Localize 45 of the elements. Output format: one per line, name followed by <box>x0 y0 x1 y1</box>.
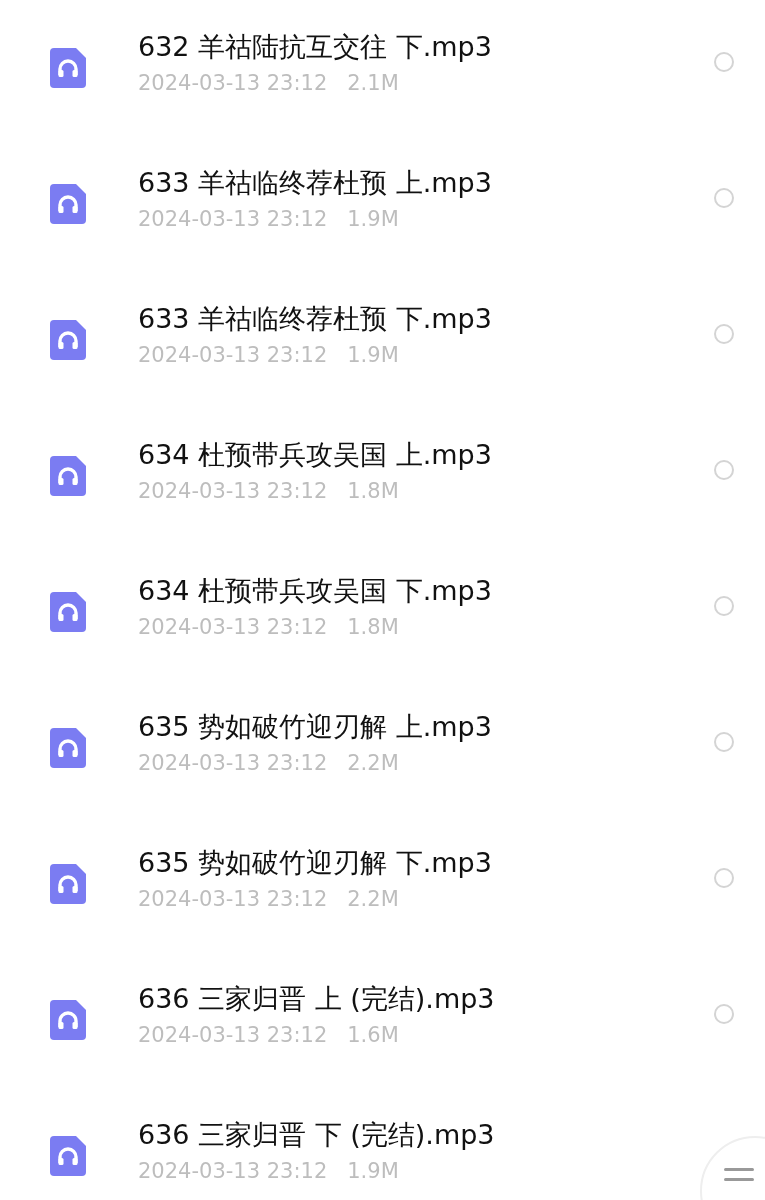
file-date: 2024-03-13 23:12 <box>138 207 328 231</box>
file-date: 2024-03-13 23:12 <box>138 71 328 95</box>
select-radio[interactable] <box>714 188 734 208</box>
audio-file-icon <box>50 1000 86 1040</box>
file-name: 635 势如破竹迎刃解 下.mp3 <box>138 846 493 880</box>
file-name: 636 三家归晋 下 (完结).mp3 <box>138 1118 496 1152</box>
file-name: 632 羊祜陆抗互交往 下.mp3 <box>138 30 493 64</box>
select-radio[interactable] <box>714 732 734 752</box>
file-name: 634 杜预带兵攻吴国 上.mp3 <box>138 438 493 472</box>
audio-file-icon <box>50 320 86 360</box>
select-radio[interactable] <box>714 1004 734 1024</box>
file-size: 1.8M <box>347 615 399 639</box>
audio-file-icon <box>50 728 86 768</box>
audio-file-icon <box>50 456 86 496</box>
file-name: 635 势如破竹迎刃解 上.mp3 <box>138 710 493 744</box>
file-date: 2024-03-13 23:12 <box>138 343 328 367</box>
audio-file-icon <box>50 864 86 904</box>
select-radio[interactable] <box>714 324 734 344</box>
file-date: 2024-03-13 23:12 <box>138 887 328 911</box>
menu-icon <box>724 1168 754 1182</box>
file-size: 1.8M <box>347 479 399 503</box>
audio-file-icon <box>50 592 86 632</box>
audio-file-icon <box>50 1136 86 1176</box>
file-size: 1.6M <box>347 1023 399 1047</box>
file-date: 2024-03-13 23:12 <box>138 1023 328 1047</box>
file-name: 636 三家归晋 上 (完结).mp3 <box>138 982 496 1016</box>
file-name: 633 羊祜临终荐杜预 上.mp3 <box>138 166 493 200</box>
file-size: 1.9M <box>347 343 399 367</box>
file-date: 2024-03-13 23:12 <box>138 479 328 503</box>
file-date: 2024-03-13 23:12 <box>138 615 328 639</box>
file-size: 1.9M <box>347 1159 399 1183</box>
audio-file-icon <box>50 48 86 88</box>
select-radio[interactable] <box>714 460 734 480</box>
file-size: 2.1M <box>347 71 399 95</box>
audio-file-icon <box>50 184 86 224</box>
file-date: 2024-03-13 23:12 <box>138 751 328 775</box>
select-radio[interactable] <box>714 868 734 888</box>
select-radio[interactable] <box>714 596 734 616</box>
file-size: 2.2M <box>347 887 399 911</box>
file-date: 2024-03-13 23:12 <box>138 1159 328 1183</box>
file-size: 1.9M <box>347 207 399 231</box>
file-size: 2.2M <box>347 751 399 775</box>
select-radio[interactable] <box>714 52 734 72</box>
file-name: 633 羊祜临终荐杜预 下.mp3 <box>138 302 493 336</box>
file-name: 634 杜预带兵攻吴国 下.mp3 <box>138 574 493 608</box>
